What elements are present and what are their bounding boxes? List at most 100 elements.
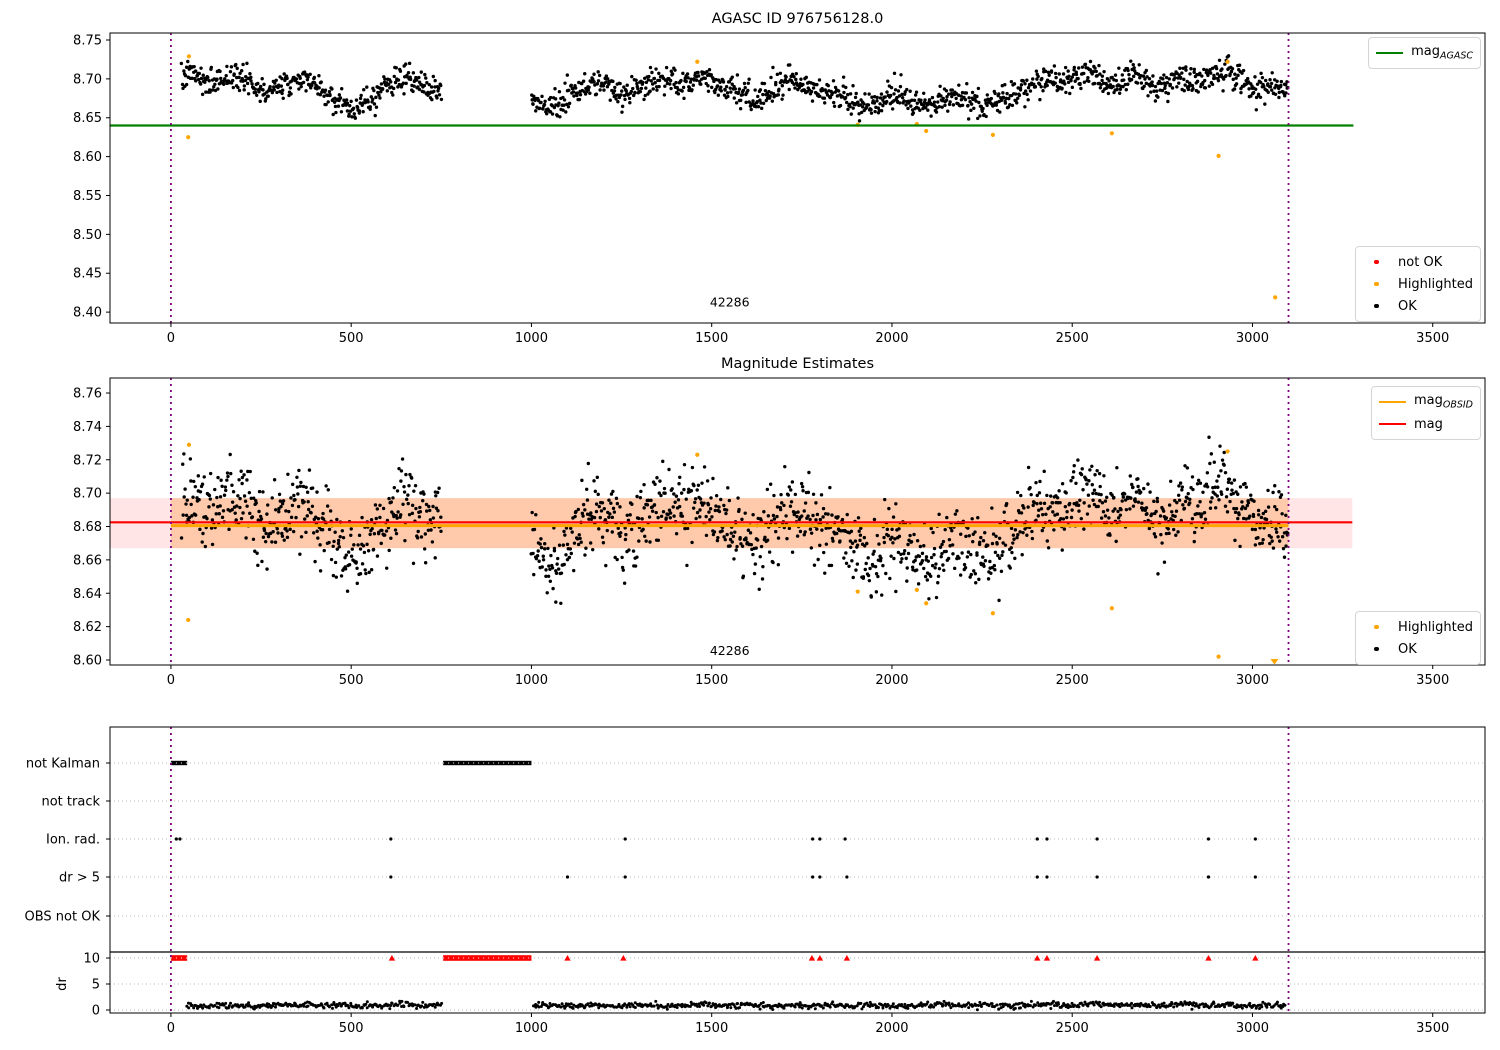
obsid-annotation: 42286 [710,643,750,658]
x-tick-label: 0 [167,1021,175,1036]
black-dot-icon [1363,646,1390,652]
flag-point [1035,837,1039,841]
flag-point [1206,875,1211,879]
flag-point [843,837,847,841]
green-line-icon [1376,51,1404,55]
legend-label: OK [1398,298,1417,314]
y-tick-label: 8.62 [73,620,102,635]
magnitude-estimates-plot: 0 500 1000 1500 2000 2500 3000 3500 8.60 8.62 8.64… [73,377,1486,688]
y-tick-label: 8.66 [73,553,102,568]
legend-label: OK [1398,641,1417,657]
x-tick-label: 500 [339,1021,364,1036]
dr-clip-point [564,955,571,961]
dr-tick-label: 0 [92,1004,100,1019]
figure: 0 500 1000 1500 2000 2500 3000 3500 8.40 8.45 8.50… [0,0,1500,1050]
legend-entry-ok: OK [1363,295,1473,317]
legend-label: magAGASC [1411,44,1473,62]
x-tick-label: 3500 [1416,1021,1449,1036]
legend-label: Highlighted [1398,276,1473,292]
flag-row-label: dr > 5 [59,871,100,886]
dr-clip-point [1252,955,1259,961]
flag-point [818,875,822,879]
legend-mag-agasc[interactable]: magAGASC [1368,37,1481,69]
x-tick-label: 2500 [1056,673,1089,688]
clipped-highlighted-marker [1270,659,1279,665]
flag-point [1045,875,1049,879]
flags-dr-plot: not Kalman not track Ion. rad. dr > 5 OBS no… [25,726,1486,1036]
orange-line-icon [1378,400,1406,404]
page-title: AGASC ID 976756128.0 [711,11,884,27]
y-tick-label: 8.76 [73,387,102,402]
y-tick-label: 8.60 [73,653,102,668]
y-tick-label: 8.68 [73,520,102,535]
flag-point [1035,875,1039,879]
magnitude-estimates-title: Magnitude Estimates [720,356,875,372]
x-tick-label: 1000 [515,1021,548,1036]
legend-label: mag [1413,416,1443,432]
legend-entry-mag-obsid: magOBSID [1378,391,1473,413]
x-tick-label: 2000 [875,1021,908,1036]
y-tick-label: 8.72 [73,453,102,468]
dr-clip-point [620,955,627,961]
legend-point-status[interactable]: not OK Highlighted OK [1355,246,1481,322]
flag-row-label: not track [41,795,100,810]
legend-label: Highlighted [1398,619,1473,635]
y-tick-label: 8.65 [73,111,102,126]
flag-point [811,875,815,879]
x-tick-label: 2500 [1056,1021,1089,1036]
flag-row-label: OBS not OK [25,910,101,925]
obsid-annotation: 42286 [710,295,750,310]
flag-point [389,875,393,879]
highlighted-points [186,442,1279,665]
red-dot-icon [1363,259,1390,265]
flag-point [845,875,849,879]
y-tick-label: 8.64 [73,587,102,602]
flag-point [818,837,822,841]
dr-tick-label: 5 [92,978,100,993]
flag-point [623,875,627,879]
flag-point [1095,875,1099,879]
axes-frame [109,726,1486,1014]
x-tick-label: 3000 [1236,1021,1269,1036]
flag-row-label: Ion. rad. [46,833,100,848]
flag-point [1095,837,1099,841]
legend-entry-not-ok: not OK [1363,251,1473,273]
legend-entry-highlighted: Highlighted [1363,616,1473,638]
y-tick-label: 8.55 [73,189,102,204]
dr-tick-label: 10 [83,952,100,967]
flag-point [1045,837,1049,841]
x-tick-label: 0 [167,673,175,688]
x-tick-label: 1500 [695,673,728,688]
y-tick-label: 8.74 [73,420,102,435]
y-tick-label: 8.45 [73,267,102,282]
agasc-mag-plot: 0 500 1000 1500 2000 2500 3000 3500 8.40 8.45 8.50… [73,32,1486,346]
flag-point [1206,837,1211,841]
legend-entry-mag-agasc: magAGASC [1376,42,1473,64]
y-tick-label: 8.70 [73,72,102,87]
orange-dot-icon [1363,624,1390,630]
x-tick-label: 500 [339,331,364,346]
axes-frame [109,32,1486,324]
x-tick-label: 500 [339,673,364,688]
flag-point [565,875,570,879]
x-tick-label: 0 [167,331,175,346]
x-tick-label: 3500 [1416,673,1449,688]
x-tick-label: 2000 [875,331,908,346]
dr-axis-label: dr [55,977,70,991]
flag-point [1253,875,1257,879]
legend-entry-mag: mag [1378,413,1473,435]
x-tick-label: 3000 [1236,331,1269,346]
flag-point [623,837,627,841]
y-tick-label: 8.50 [73,228,102,243]
legend-mag-lines[interactable]: magOBSID mag [1370,386,1481,440]
x-tick-label: 2500 [1056,331,1089,346]
flag-row-label: not Kalman [26,757,100,772]
dr-clip-point [1034,955,1041,961]
legend-point-status-mid[interactable]: Highlighted OK [1355,611,1481,665]
dr-clip-point [843,955,851,961]
legend-label: magOBSID [1413,393,1473,411]
x-tick-label: 2000 [875,673,908,688]
legend-entry-highlighted: Highlighted [1363,273,1473,295]
dr-clip-run [170,955,188,961]
x-tick-label: 1000 [515,331,548,346]
